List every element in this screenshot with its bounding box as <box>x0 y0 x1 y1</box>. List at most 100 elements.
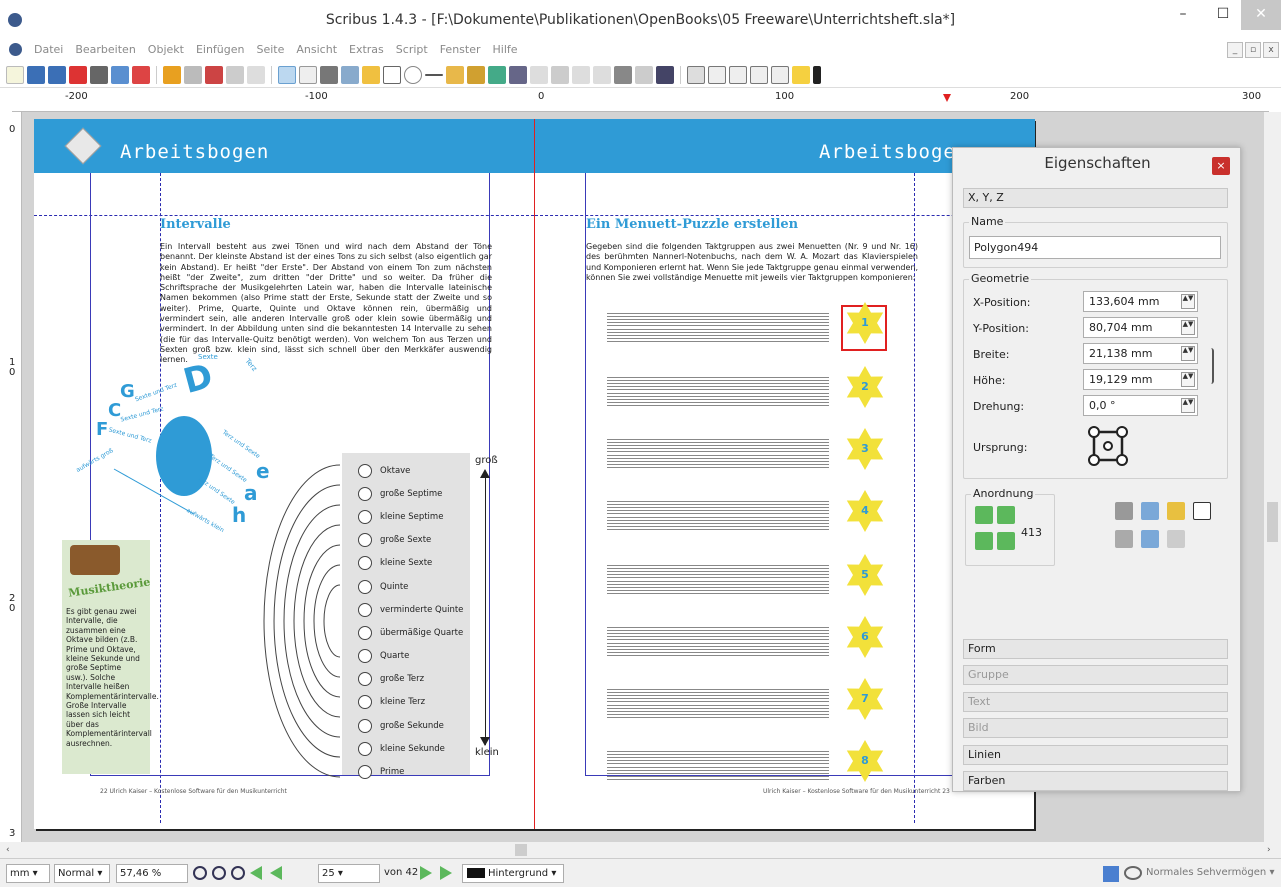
radio-button[interactable] <box>358 649 372 664</box>
rotation-input[interactable]: 0,0 ° ▲▼ <box>1083 395 1198 416</box>
height-input[interactable]: 19,129 mm ▲▼ <box>1083 369 1198 390</box>
scroll-thumb[interactable] <box>1267 502 1278 542</box>
close-doc-icon[interactable] <box>69 65 87 84</box>
preview-mode-icon[interactable] <box>1103 866 1119 882</box>
quiz-option[interactable]: übermäßige Quarte <box>342 621 470 644</box>
bezier-icon[interactable] <box>446 65 464 84</box>
menu-hilfe[interactable]: Hilfe <box>493 40 518 60</box>
menu-bearbeiten[interactable]: Bearbeiten <box>75 40 135 60</box>
last-page-icon[interactable] <box>440 866 452 880</box>
print-icon[interactable] <box>90 65 108 84</box>
group-section-button[interactable]: Gruppe <box>963 665 1228 685</box>
xyz-section-button[interactable]: X, Y, Z <box>963 188 1228 208</box>
text-section-button[interactable]: Text <box>963 692 1228 712</box>
first-page-icon[interactable] <box>250 866 262 880</box>
radio-button[interactable] <box>358 672 372 687</box>
horizontal-ruler[interactable]: -200 -100 0 100 200 300 <box>12 90 1269 112</box>
pdf-listbox-icon[interactable] <box>771 65 789 84</box>
eyedropper-icon[interactable] <box>656 65 674 84</box>
size-lock-icon[interactable] <box>1193 502 1211 520</box>
page-select[interactable]: 25 ▾ <box>318 864 380 883</box>
edit-content-icon[interactable] <box>551 65 569 84</box>
doc-minimize-button[interactable]: _ <box>1227 42 1243 58</box>
radio-button[interactable] <box>358 765 372 780</box>
pdf-link-icon[interactable] <box>813 65 821 84</box>
quiz-option[interactable]: große Sexte <box>342 529 470 552</box>
menu-ansicht[interactable]: Ansicht <box>296 40 337 60</box>
edit-text-icon[interactable] <box>530 65 548 84</box>
line-icon[interactable] <box>425 73 443 76</box>
flip-horizontal-icon[interactable] <box>1141 502 1159 520</box>
pdf-annotation-icon[interactable] <box>792 65 810 84</box>
raise-to-top-icon[interactable] <box>997 506 1015 524</box>
quiz-option[interactable]: verminderte Quinte <box>342 598 470 621</box>
lower-icon[interactable] <box>975 532 993 550</box>
close-button[interactable]: ✕ <box>1241 0 1281 30</box>
text-frame-icon[interactable] <box>299 65 317 84</box>
radio-button[interactable] <box>358 556 372 571</box>
freehand-icon[interactable] <box>467 65 485 84</box>
rotate-icon[interactable] <box>488 65 506 84</box>
zoom-reset-icon[interactable] <box>212 866 226 880</box>
spin-arrows-icon[interactable]: ▲▼ <box>1181 372 1195 387</box>
scroll-left-icon[interactable]: ‹ <box>6 845 10 855</box>
redo-icon[interactable] <box>184 65 202 84</box>
flip-icon[interactable] <box>1115 502 1133 520</box>
pdf-button-icon[interactable] <box>687 65 705 84</box>
origin-selector-icon[interactable] <box>1085 423 1131 469</box>
flip-vertical-icon[interactable] <box>1141 530 1159 548</box>
paste-icon[interactable] <box>247 65 265 84</box>
menu-datei[interactable]: Datei <box>34 40 63 60</box>
image-frame-icon[interactable] <box>320 65 338 84</box>
menu-fenster[interactable]: Fenster <box>440 40 481 60</box>
radio-button[interactable] <box>358 533 372 548</box>
vision-mode-select[interactable]: Normales Sehvermögen ▾ <box>1146 867 1274 878</box>
preflight-icon[interactable] <box>111 65 129 84</box>
print-enabled-icon[interactable] <box>1167 530 1185 548</box>
table-icon[interactable] <box>362 65 380 84</box>
minimize-button[interactable]: – <box>1163 0 1203 30</box>
lower-to-bottom-icon[interactable] <box>997 532 1015 550</box>
left-page[interactable]: Arbeitsbogen Intervalle Ein Intervall be… <box>34 119 534 829</box>
quiz-option[interactable]: Oktave <box>342 459 470 482</box>
lines-section-button[interactable]: Linien <box>963 745 1228 765</box>
doc-restore-button[interactable]: ▫ <box>1245 42 1261 58</box>
quiz-option[interactable]: kleine Terz <box>342 691 470 714</box>
copy-icon[interactable] <box>226 65 244 84</box>
pdf-export-icon[interactable] <box>132 65 150 84</box>
zoom-out-icon[interactable] <box>193 866 207 880</box>
radio-button[interactable] <box>358 695 372 710</box>
image-section-button[interactable]: Bild <box>963 718 1228 738</box>
menu-einfuegen[interactable]: Einfügen <box>196 40 245 60</box>
cut-icon[interactable] <box>205 65 223 84</box>
quiz-option[interactable]: kleine Sexte <box>342 552 470 575</box>
radio-button[interactable] <box>358 463 372 478</box>
spin-arrows-icon[interactable]: ▲▼ <box>1181 320 1195 335</box>
y-position-input[interactable]: 80,704 mm ▲▼ <box>1083 317 1198 338</box>
radio-button[interactable] <box>358 741 372 756</box>
quiz-option[interactable]: Prime <box>342 760 470 783</box>
maximize-button[interactable]: ☐ <box>1203 0 1243 30</box>
select-tool-icon[interactable] <box>278 65 296 84</box>
new-document-icon[interactable] <box>6 65 24 84</box>
quiz-option[interactable]: große Septime <box>342 482 470 505</box>
vertical-ruler[interactable]: 0 1 0 2 0 3 <box>0 112 22 845</box>
quiz-option[interactable]: große Sekunde <box>342 714 470 737</box>
unlink-frames-icon[interactable] <box>593 65 611 84</box>
undo-icon[interactable] <box>163 65 181 84</box>
radio-button[interactable] <box>358 625 372 640</box>
lock-icon[interactable] <box>1167 502 1185 520</box>
radio-button[interactable] <box>358 509 372 524</box>
menu-script[interactable]: Script <box>396 40 428 60</box>
scroll-thumb[interactable] <box>515 844 527 856</box>
radio-button[interactable] <box>358 602 372 617</box>
body-text[interactable]: Ein Intervall besteht aus zwei Tönen und… <box>160 242 492 366</box>
layer-select[interactable]: Hintergrund ▾ <box>462 864 564 883</box>
horizontal-scrollbar[interactable]: ‹ › <box>0 842 1281 858</box>
radio-button[interactable] <box>358 718 372 733</box>
spin-arrows-icon[interactable]: ▲▼ <box>1181 294 1195 309</box>
prev-page-icon[interactable] <box>270 866 282 880</box>
colors-section-button[interactable]: Farben <box>963 771 1228 791</box>
copy-properties-icon[interactable] <box>635 65 653 84</box>
measure-icon[interactable] <box>614 65 632 84</box>
